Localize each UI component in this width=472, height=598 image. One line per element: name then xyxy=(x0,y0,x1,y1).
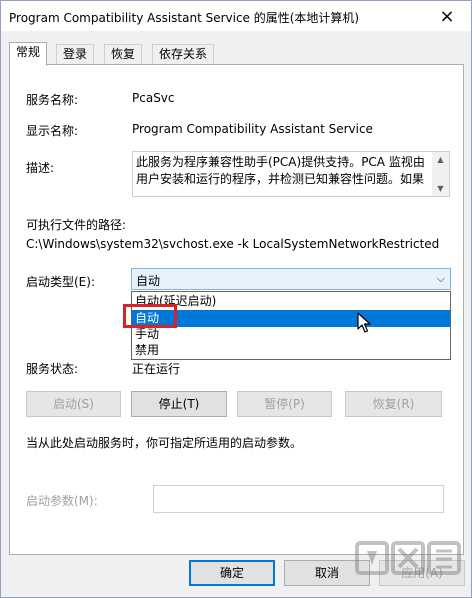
watermark-logo-icon xyxy=(355,541,461,575)
display-name-label: 显示名称: xyxy=(26,124,79,138)
close-icon[interactable]: × xyxy=(429,3,465,29)
service-status-label: 服务状态: xyxy=(26,362,79,376)
pause-button[interactable]: 暂停(P) xyxy=(237,391,332,417)
startup-type-label: 启动类型(E): xyxy=(26,275,95,289)
ok-button[interactable]: 确定 xyxy=(189,560,275,586)
startup-option-auto-delayed[interactable]: 自动(延迟启动) xyxy=(132,293,450,310)
start-params-input[interactable] xyxy=(153,485,444,513)
startup-type-dropdown: 自动(延迟启动) 自动 手动 禁用 xyxy=(131,291,451,360)
mouse-pointer-icon xyxy=(357,312,371,333)
scroll-down-icon[interactable]: ▼ xyxy=(436,184,445,193)
general-tab-panel: 服务名称: PcaSvc 显示名称: Program Compatibility… xyxy=(9,64,464,555)
service-name-label: 服务名称: xyxy=(26,93,79,107)
startup-option-manual[interactable]: 手动 xyxy=(132,326,450,343)
scroll-up-icon[interactable]: ▲ xyxy=(436,155,445,164)
startup-type-combobox[interactable]: 自动 ⌵ xyxy=(131,268,451,290)
service-name-value: PcaSvc xyxy=(132,91,175,105)
tab-general[interactable]: 常规 xyxy=(9,42,48,66)
chevron-down-icon[interactable]: ⌵ xyxy=(437,272,445,286)
tab-dependencies[interactable]: 依存关系 xyxy=(152,44,215,65)
description-box[interactable]: 此服务为程序兼容性助手(PCA)提供支持。PCA 监视由用户安装和运行的程序，并… xyxy=(132,151,450,197)
description-label: 描述: xyxy=(26,161,55,175)
stop-button[interactable]: 停止(T) xyxy=(131,391,227,417)
description-text: 此服务为程序兼容性助手(PCA)提供支持。PCA 监视由用户安装和运行的程序，并… xyxy=(136,155,425,186)
service-status-value: 正在运行 xyxy=(132,362,181,376)
startup-type-value: 自动 xyxy=(136,274,161,288)
resume-button[interactable]: 恢复(R) xyxy=(345,391,442,417)
tab-recovery[interactable]: 恢复 xyxy=(104,44,143,65)
title-bar: Program Compatibility Assistant Service … xyxy=(1,1,471,31)
start-params-label: 启动参数(M): xyxy=(26,494,98,508)
description-scrollbar[interactable]: ▲ ▼ xyxy=(432,152,449,196)
exe-path-value: C:\Windows\system32\svchost.exe -k Local… xyxy=(26,237,440,251)
startup-option-auto[interactable]: 自动 xyxy=(132,310,450,327)
annotation-highlight-box xyxy=(123,304,177,328)
tab-logon[interactable]: 登录 xyxy=(56,44,95,65)
exe-path-label: 可执行文件的路径: xyxy=(26,218,127,232)
start-button[interactable]: 启动(S) xyxy=(26,391,121,417)
display-name-value: Program Compatibility Assistant Service xyxy=(132,122,373,136)
window-title: Program Compatibility Assistant Service … xyxy=(9,11,360,25)
properties-dialog: Program Compatibility Assistant Service … xyxy=(0,0,472,598)
startup-option-disabled[interactable]: 禁用 xyxy=(132,342,450,359)
start-params-hint: 当从此处启动服务时，你可指定所适用的启动参数。 xyxy=(26,436,303,450)
